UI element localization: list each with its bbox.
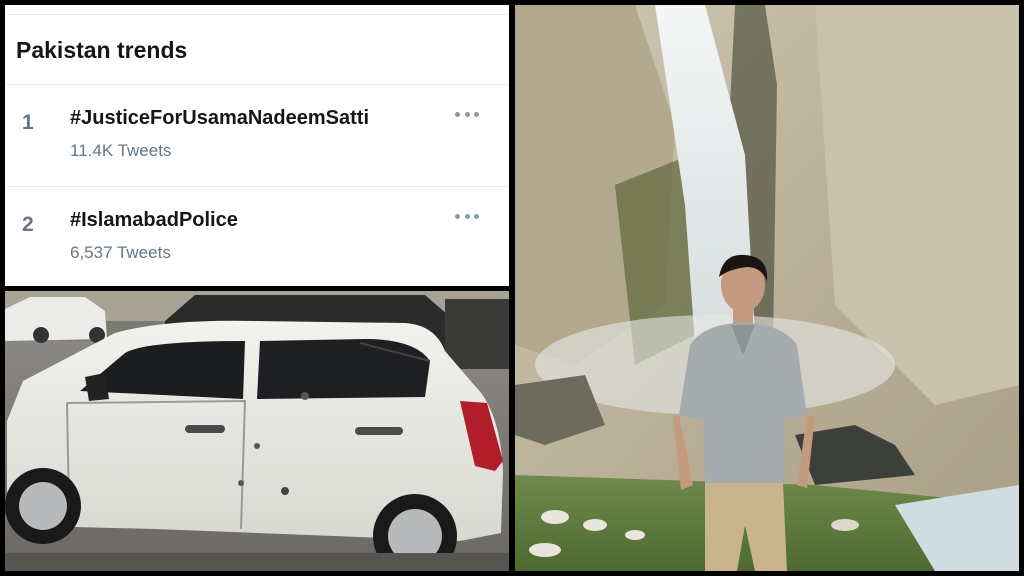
trend-rank: 2 <box>22 213 34 236</box>
trends-title: Pakistan trends <box>16 37 188 63</box>
trends-header: Pakistan trends <box>5 15 509 85</box>
more-horizontal-icon[interactable] <box>455 209 479 223</box>
trend-tweet-count: 6,537 Tweets <box>70 243 171 262</box>
trends-top-divider <box>5 5 509 15</box>
person-waterfall-photo <box>515 5 1019 571</box>
trend-tweet-count: 11.4K Tweets <box>70 141 172 160</box>
trend-rank: 1 <box>22 111 34 134</box>
trend-item[interactable]: 1 #JusticeForUsamaNadeemSatti 11.4K Twee… <box>5 85 509 187</box>
trend-name[interactable]: #IslamabadPolice <box>70 209 238 232</box>
more-horizontal-icon[interactable] <box>455 107 479 121</box>
trend-name[interactable]: #JusticeForUsamaNadeemSatti <box>70 107 369 130</box>
car-photo <box>5 291 509 571</box>
trends-panel: Pakistan trends 1 #JusticeForUsamaNadeem… <box>5 5 509 286</box>
trend-item[interactable]: 2 #IslamabadPolice 6,537 Tweets <box>5 187 509 286</box>
